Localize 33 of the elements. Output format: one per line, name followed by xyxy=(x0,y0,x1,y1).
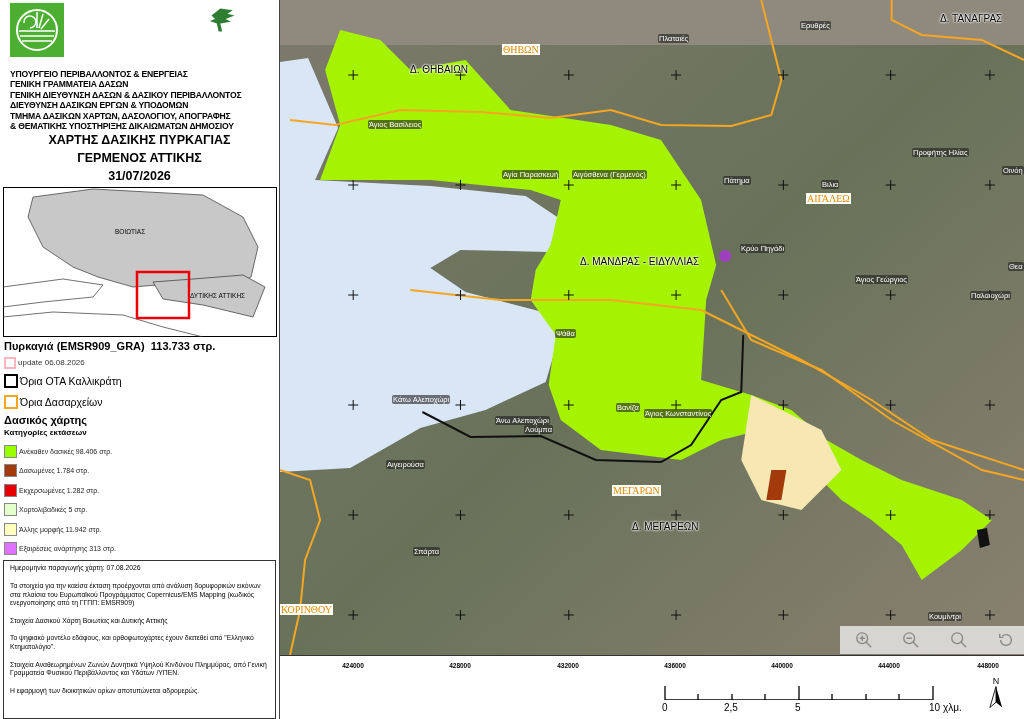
forestry-district-label: ΑΙΓΑΛΕΩ xyxy=(806,193,851,204)
forestry-district-label: ΘΗΒΩΝ xyxy=(502,44,540,55)
municipality-label: Δ. ΤΑΝΑΓΡΑΣ xyxy=(940,13,1003,24)
legend-subtitle: Κατηγορίες εκτάσεων xyxy=(4,428,88,438)
municipality-label: Δ. ΘΗΒΑΙΩΝ xyxy=(410,64,469,75)
agency-line: ΤΜΗΜΑ ΔΑΣΙΚΩΝ ΧΑΡΤΩΝ, ΔΑΣΟΛΟΓΙΟΥ, ΑΠΟΓΡΑΦΗΣ xyxy=(10,110,232,122)
north-label: N xyxy=(992,676,1000,686)
legend-label: Όρια ΟΤΑ Καλλικράτη xyxy=(20,374,122,387)
zoom-out-icon[interactable] xyxy=(902,631,921,649)
scale-label: 2,5 xyxy=(724,702,738,713)
agency-line: ΔΙΕΥΘΥΝΣΗ ΔΑΣΙΚΩΝ ΕΡΓΩΝ & ΥΠΟΔΟΜΩΝ xyxy=(10,100,190,111)
map-title: 31/07/2026 xyxy=(107,168,172,186)
scale-label: 0 xyxy=(662,702,668,713)
zoom-in-icon[interactable] xyxy=(854,631,873,649)
map-title: ΧΑΡΤΗΣ ΔΑΣΙΚΗΣ ΠΥΡΚΑΓΙΑΣ xyxy=(47,132,232,150)
forestry-district-label: ΜΕΓΑΡΩΝ xyxy=(612,485,661,496)
ministry-logo xyxy=(10,3,64,57)
agency-line: ΓΕΝΙΚΗ ΓΡΑΜΜΑΤΕΙΑ ΔΑΣΩΝ xyxy=(10,79,130,90)
agency-line: ΓΕΝΙΚΗ ΔΙΕΥΘΥΝΣΗ ΔΑΣΩΝ & ΔΑΣΙΚΟΥ ΠΕΡΙΒΑΛΛΟΝΤΟΣ xyxy=(10,89,243,101)
forestry-district-label: ΚΟΡΙΝΘΟΥ xyxy=(280,604,334,615)
scale-label: 5 xyxy=(795,702,801,713)
agency-line: & ΘΕΜΑΤΙΚΗΣ ΥΠΟΣΤΗΡΙΞΗΣ ΔΙΚΑΙΩΜΑΤΩΝ ΔΗΜΟΣΙΟΥ xyxy=(10,121,235,132)
scale-label: 10 χλμ. xyxy=(929,702,962,713)
north-arrow-icon xyxy=(989,686,1003,708)
legend-label: update 06.08.2026 xyxy=(18,358,85,368)
legend-title: Πυρκαγιά (EMSR909_GRA) 113.733 στρ. xyxy=(4,340,217,353)
legend-title: Δασικός χάρτης xyxy=(4,414,89,427)
municipality-label: Δ. ΜΕΓΑΡΕΩΝ xyxy=(632,521,699,532)
legend-label: Όρια Δασαρχείων xyxy=(20,395,103,408)
map-title: ΓΕΡΜΕΝΟΣ ΑΤΤΙΚΗΣ xyxy=(76,150,203,168)
agency-line: ΥΠΟΥΡΓΕΙΟ ΠΕΡΙΒΑΛΛΟΝΤΟΣ & ΕΝΕΡΓΕΙΑΣ xyxy=(10,69,189,80)
search-icon[interactable] xyxy=(949,631,968,649)
municipality-label: Δ. ΜΑΝΔΡΑΣ - ΕΙΔΥΛΛΙΑΣ xyxy=(580,256,700,267)
